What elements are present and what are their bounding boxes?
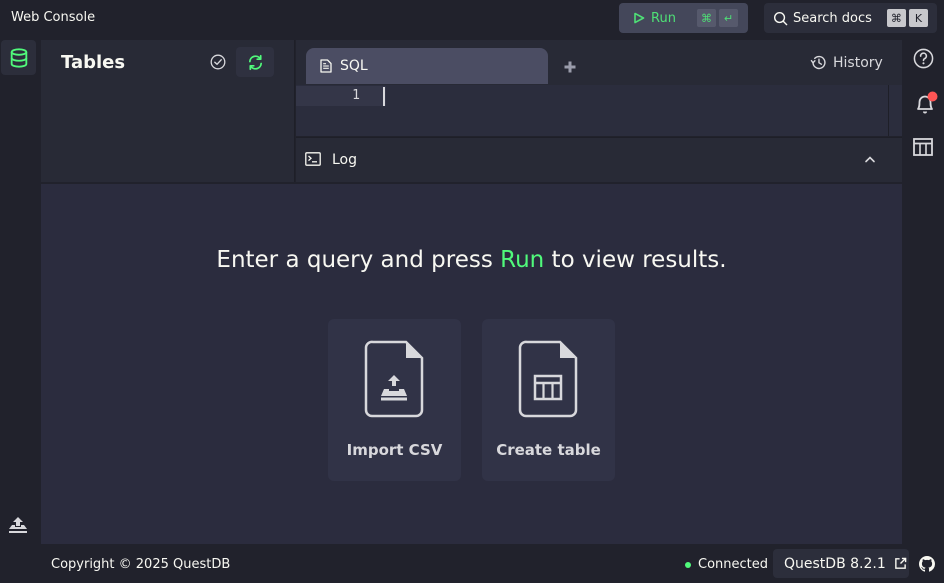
tab-sql[interactable]: SQL <box>306 48 548 84</box>
database-icon <box>10 47 27 68</box>
history-icon <box>810 55 826 70</box>
table-icon <box>913 138 933 156</box>
editor-gutter: 1 <box>296 86 386 106</box>
terminal-icon <box>305 152 321 166</box>
file-upload-icon <box>364 340 424 418</box>
right-sidebar <box>903 40 944 544</box>
run-button[interactable]: Run ⌘ ↵ <box>619 3 748 33</box>
status-label: Connected <box>698 557 769 572</box>
version-label: QuestDB 8.2.1 <box>784 555 886 572</box>
line-number: 1 <box>352 88 360 103</box>
check-circle-icon <box>210 54 226 70</box>
create-table-label: Create table <box>496 441 601 459</box>
add-tab-button[interactable] <box>564 58 576 77</box>
chevron-up-icon <box>865 156 875 163</box>
shortcut-key: ↵ <box>718 9 738 27</box>
plus-icon <box>564 61 576 73</box>
editor-area: SQL History 1 <box>296 40 902 136</box>
notification-badge <box>927 91 938 102</box>
history-label: History <box>833 54 883 71</box>
shortcut-key: K <box>908 9 928 27</box>
refresh-tables-button[interactable] <box>236 47 274 77</box>
github-link[interactable] <box>919 556 935 576</box>
log-label: Log <box>332 152 358 168</box>
upload-icon <box>9 517 27 533</box>
select-tables-button[interactable] <box>210 54 226 74</box>
history-button[interactable]: History <box>810 54 883 71</box>
left-sidebar <box>0 40 41 544</box>
app-title: Web Console <box>11 10 96 25</box>
message-text: to view results. <box>544 247 727 273</box>
bell-icon <box>917 91 938 114</box>
copyright-text: Copyright © 2025 QuestDB <box>51 557 231 572</box>
message-run-highlight: Run <box>500 247 545 273</box>
play-icon <box>634 12 645 24</box>
text-cursor <box>383 87 385 106</box>
version-link[interactable]: QuestDB 8.2.1 <box>773 549 909 578</box>
footer: Copyright © 2025 QuestDB Connected Quest… <box>0 544 944 583</box>
create-table-card[interactable]: Create table <box>482 319 615 481</box>
refresh-icon <box>248 54 262 70</box>
tables-title: Tables <box>61 52 126 73</box>
search-docs-button[interactable]: Search docs ⌘ K <box>764 3 937 33</box>
import-button[interactable] <box>7 515 29 539</box>
run-label: Run <box>651 10 676 26</box>
shortcut-key: ⌘ <box>886 9 906 27</box>
editor-scrollbar[interactable] <box>888 85 902 136</box>
github-icon <box>919 556 935 572</box>
status-dot-icon <box>685 561 691 568</box>
search-icon <box>773 11 788 25</box>
log-panel-header[interactable]: Log <box>296 137 902 182</box>
help-button[interactable] <box>913 48 934 73</box>
import-csv-label: Import CSV <box>346 441 443 459</box>
empty-results-message: Enter a query and press Run to view resu… <box>41 247 902 273</box>
table-view-button[interactable] <box>913 138 933 160</box>
file-table-icon <box>518 340 578 418</box>
import-csv-card[interactable]: Import CSV <box>328 319 461 481</box>
message-text: Enter a query and press <box>216 247 501 273</box>
collapse-log-button[interactable] <box>864 152 876 166</box>
tab-label: SQL <box>340 58 368 74</box>
results-panel: Enter a query and press Run to view resu… <box>41 184 902 544</box>
tables-toggle-button[interactable] <box>1 40 36 75</box>
help-icon <box>913 48 934 69</box>
file-text-icon <box>320 59 332 73</box>
connection-status: Connected <box>685 557 768 572</box>
notifications-button[interactable] <box>913 90 939 120</box>
search-docs-label: Search docs <box>793 10 872 26</box>
shortcut-key: ⌘ <box>696 9 716 27</box>
external-link-icon <box>894 557 907 569</box>
top-bar: Web Console Run ⌘ ↵ Search docs ⌘ K <box>0 0 944 40</box>
sql-editor[interactable]: 1 <box>296 85 902 136</box>
tables-panel: Tables <box>41 40 295 182</box>
